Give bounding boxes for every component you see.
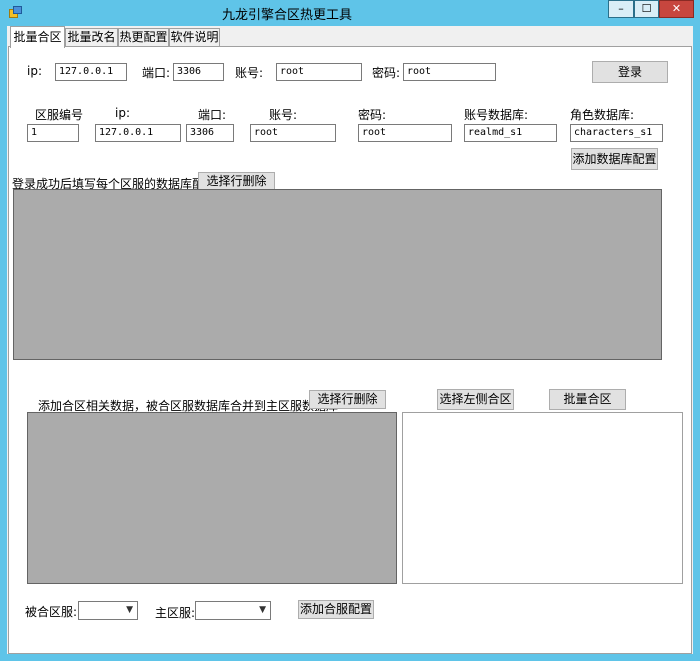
chevron-down-icon: ▼	[126, 605, 133, 615]
login-ip-input[interactable]: 127.0.0.1	[55, 63, 127, 81]
db-port-input[interactable]: 3306	[186, 124, 234, 142]
app-window: 九龙引擎合区热更工具 – ☐ ✕ 批量合区 批量改名 热更配置 软件说明 ip:…	[0, 0, 700, 661]
zone-number-input[interactable]: 1	[27, 124, 79, 142]
merge-delete-row-button[interactable]: 选择行删除	[309, 390, 386, 409]
tab-software-info[interactable]: 软件说明	[169, 28, 220, 47]
login-ip-label: ip:	[27, 64, 42, 78]
select-left-merge-button[interactable]: 选择左侧合区	[437, 389, 514, 410]
db-port-label: 端口:	[198, 108, 227, 122]
add-db-config-button[interactable]: 添加数据库配置	[571, 148, 658, 170]
maximize-button[interactable]: ☐	[634, 0, 659, 18]
close-button[interactable]: ✕	[659, 0, 694, 18]
chevron-down-icon: ▼	[259, 605, 266, 615]
tab-batch-rename[interactable]: 批量改名	[65, 28, 118, 47]
main-zone-select[interactable]: ▼	[195, 601, 271, 620]
add-merge-config-button[interactable]: 添加合服配置	[298, 600, 374, 619]
title-bar: 九龙引擎合区热更工具 – ☐ ✕	[0, 0, 700, 26]
db-ip-input[interactable]: 127.0.0.1	[95, 124, 181, 142]
tab-batch-merge[interactable]: 批量合区	[10, 26, 65, 48]
app-icon	[9, 6, 22, 18]
merge-output-list[interactable]	[402, 412, 683, 584]
login-account-label: 账号:	[235, 66, 264, 80]
account-db-input[interactable]: realmd_s1	[464, 124, 557, 142]
client-area: 批量合区 批量改名 热更配置 软件说明 ip: 127.0.0.1 端口: 33…	[7, 26, 693, 654]
db-config-grid[interactable]	[13, 189, 662, 360]
db-account-label: 账号:	[269, 108, 298, 122]
window-title: 九龙引擎合区热更工具	[222, 8, 353, 23]
db-password-label: 密码:	[358, 108, 387, 122]
tab-hot-update-config[interactable]: 热更配置	[118, 28, 169, 47]
batch-merge-button[interactable]: 批量合区	[549, 389, 626, 410]
role-db-label: 角色数据库:	[570, 108, 635, 122]
tab-page-batch-merge: ip: 127.0.0.1 端口: 3306 账号: root 密码: root…	[8, 46, 692, 654]
minimize-button[interactable]: –	[608, 0, 634, 18]
db-password-input[interactable]: root	[358, 124, 452, 142]
db-account-input[interactable]: root	[250, 124, 336, 142]
merge-data-grid[interactable]	[27, 412, 397, 584]
merged-zone-label: 被合区服:	[25, 605, 78, 619]
role-db-input[interactable]: characters_s1	[570, 124, 663, 142]
login-port-label: 端口:	[142, 66, 171, 80]
login-button[interactable]: 登录	[592, 61, 668, 83]
main-zone-label: 主区服:	[155, 606, 196, 620]
login-password-label: 密码:	[372, 66, 401, 80]
login-password-input[interactable]: root	[403, 63, 496, 81]
zone-number-label: 区服编号	[35, 108, 84, 122]
login-account-input[interactable]: root	[276, 63, 362, 81]
db-ip-label: ip:	[115, 106, 130, 120]
account-db-label: 账号数据库:	[464, 108, 529, 122]
login-port-input[interactable]: 3306	[173, 63, 224, 81]
merged-zone-select[interactable]: ▼	[78, 601, 138, 620]
